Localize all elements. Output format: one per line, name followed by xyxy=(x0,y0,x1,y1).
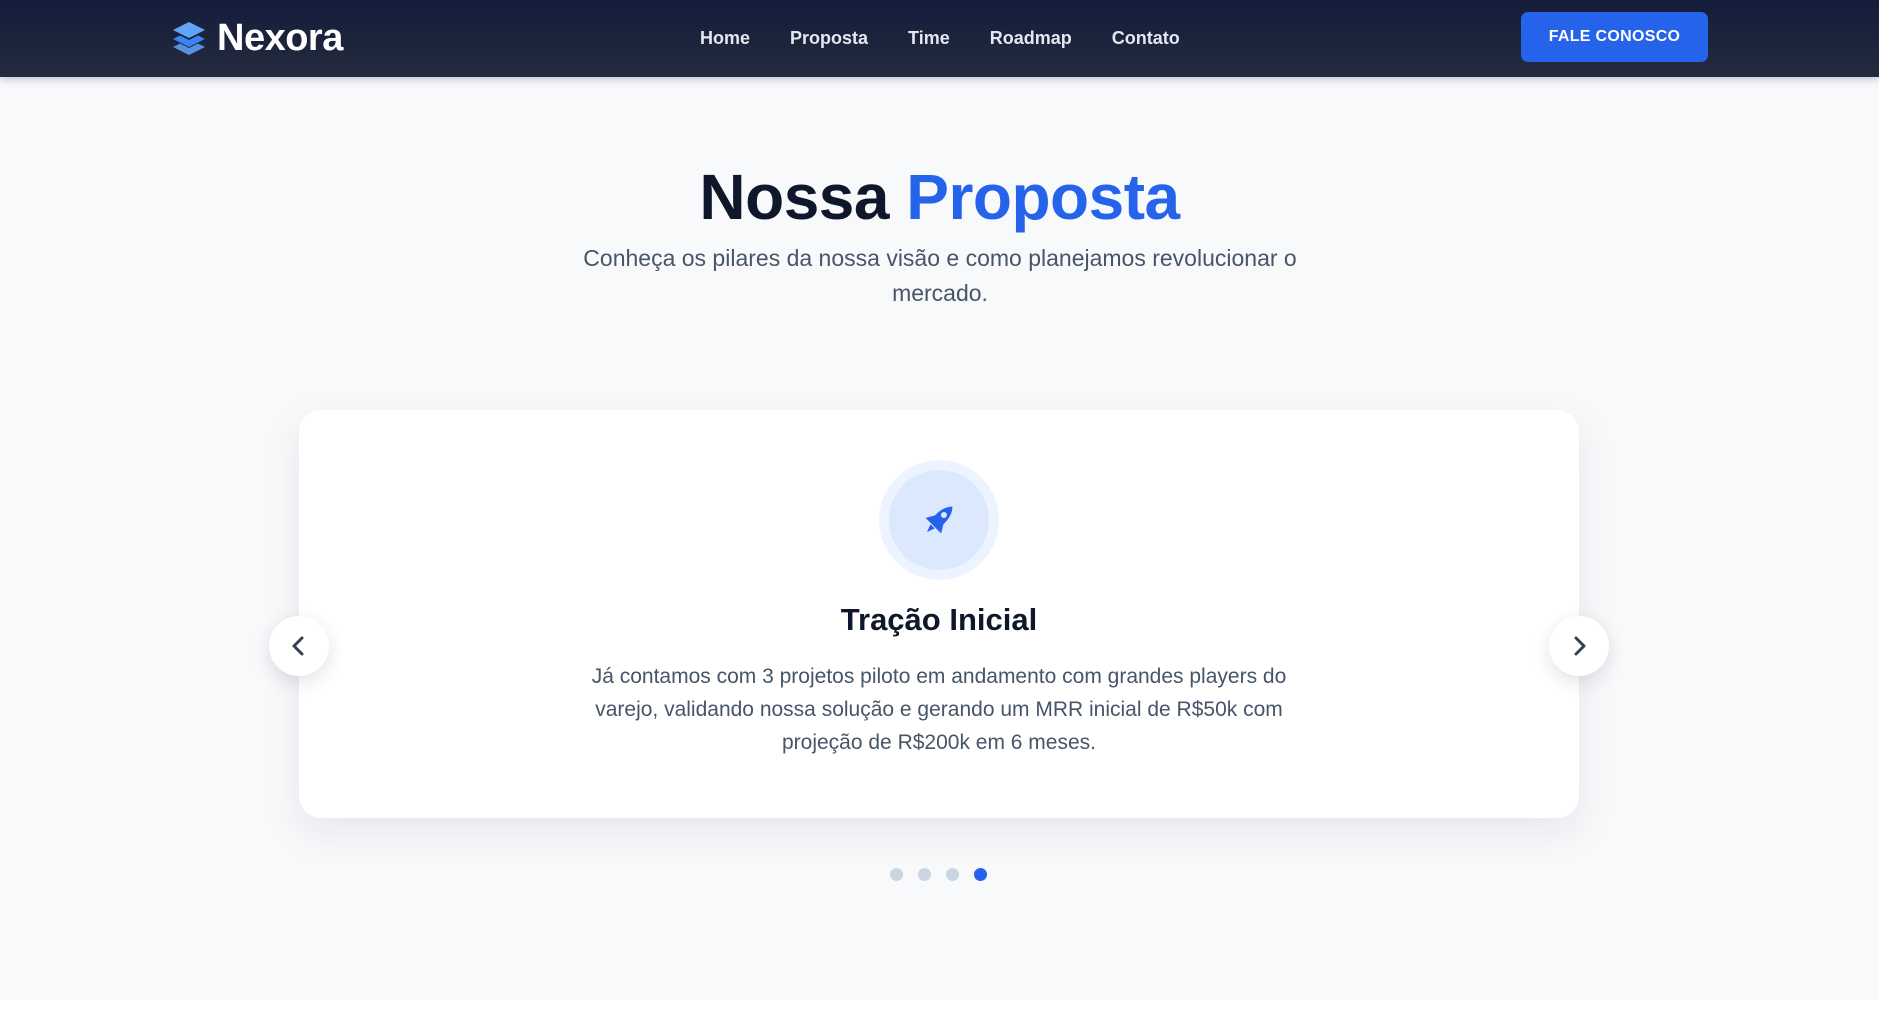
nav-link-proposta[interactable]: Proposta xyxy=(790,26,868,50)
carousel-next-button[interactable] xyxy=(1549,616,1609,676)
top-navbar: Nexora Home Proposta Time Roadmap Contat… xyxy=(0,0,1879,77)
brand-logo[interactable]: Nexora xyxy=(171,18,343,58)
brand-name: Nexora xyxy=(217,17,343,59)
main-navigation: Home Proposta Time Roadmap Contato xyxy=(700,26,1180,50)
section-title-accent: Proposta xyxy=(906,161,1180,233)
slide-icon-circle xyxy=(889,470,989,570)
proposal-section: Nossa Proposta Conheça os pilares da nos… xyxy=(0,77,1879,1000)
carousel-dot[interactable] xyxy=(890,868,903,881)
carousel-slide-card: Tração Inicial Já contamos com 3 projeto… xyxy=(299,410,1579,818)
stacked-layers-icon xyxy=(173,22,205,55)
carousel-dot[interactable] xyxy=(918,868,931,881)
carousel-prev-button[interactable] xyxy=(269,616,329,676)
rocket-icon xyxy=(925,506,953,534)
contact-us-button[interactable]: FALE CONOSCO xyxy=(1521,12,1708,62)
slide-title: Tração Inicial xyxy=(840,602,1038,637)
nav-link-roadmap[interactable]: Roadmap xyxy=(990,26,1072,50)
section-subtitle: Conheça os pilares da nossa visão e como… xyxy=(583,245,1297,306)
slide-icon-badge xyxy=(879,460,999,580)
carousel-dot[interactable] xyxy=(974,868,987,881)
chevron-right-icon xyxy=(1574,636,1586,656)
nav-link-contato[interactable]: Contato xyxy=(1112,26,1180,50)
nav-link-home[interactable]: Home xyxy=(700,26,750,50)
nav-link-time[interactable]: Time xyxy=(908,26,950,50)
carousel-pagination xyxy=(890,868,987,881)
carousel-dot[interactable] xyxy=(946,868,959,881)
chevron-left-icon xyxy=(292,636,304,656)
slide-description: Já contamos com 3 projetos piloto em and… xyxy=(591,665,1287,754)
section-title-main: Nossa xyxy=(699,161,889,233)
section-title: Nossa Proposta xyxy=(0,157,1879,237)
